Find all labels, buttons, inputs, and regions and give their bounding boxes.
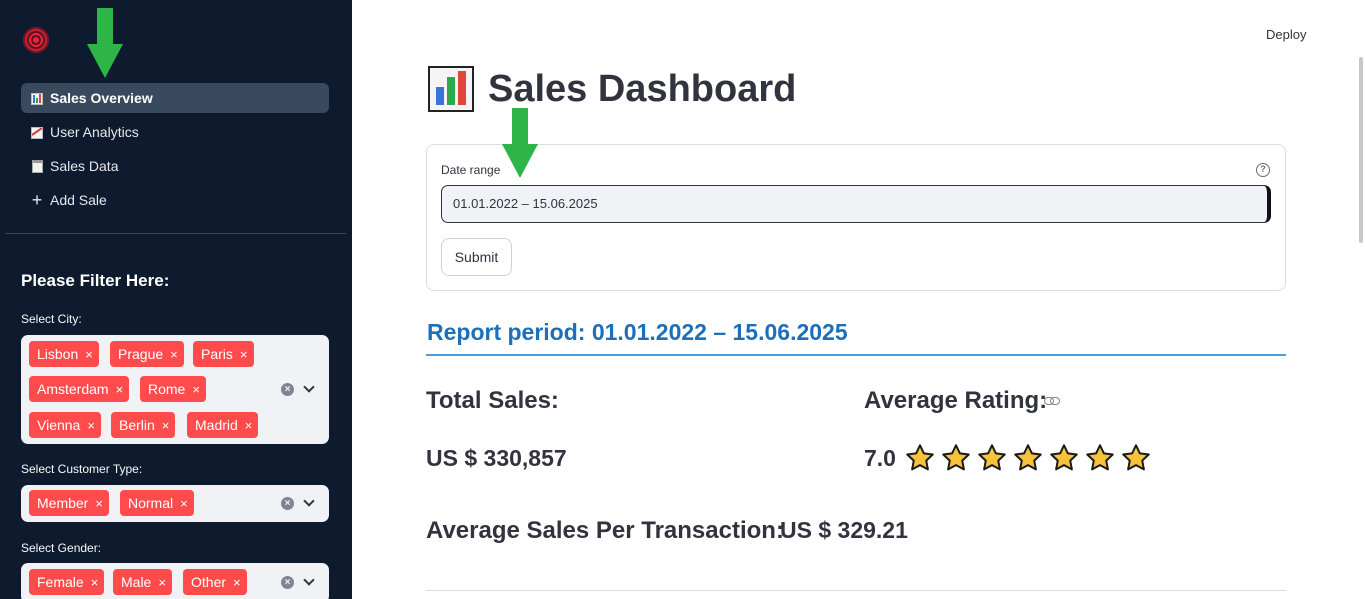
star-icon xyxy=(978,444,1006,471)
chevron-down-icon[interactable] xyxy=(303,497,315,509)
chip-remove-icon[interactable]: × xyxy=(87,418,95,433)
total-sales-value: US $ 330,857 xyxy=(426,445,567,471)
customer-type-multiselect[interactable]: Member × Normal × × xyxy=(21,485,329,522)
city-chip[interactable]: Amsterdam × xyxy=(29,376,130,402)
city-chip[interactable]: Lisbon × xyxy=(29,341,99,367)
customer-type-chip[interactable]: Normal × xyxy=(120,490,194,516)
star-icon xyxy=(1050,444,1078,471)
city-chip[interactable]: Rome × xyxy=(140,376,206,402)
help-icon[interactable]: ? xyxy=(1256,163,1270,177)
chip-remove-icon[interactable]: × xyxy=(170,347,178,362)
star-icon xyxy=(1122,444,1150,471)
sidebar: Sales Overview User Analytics Sales Data… xyxy=(0,0,352,599)
chip-remove-icon[interactable]: × xyxy=(180,496,188,511)
gender-chip[interactable]: Male × xyxy=(113,569,172,595)
sidebar-item-label: Sales Overview xyxy=(50,90,153,106)
submit-button[interactable]: Submit xyxy=(441,238,512,276)
scrollbar[interactable] xyxy=(1359,57,1363,243)
star-icon xyxy=(906,444,934,471)
report-period-heading: Report period: 01.01.2022 – 15.06.2025 xyxy=(427,319,848,345)
date-range-input[interactable]: 01.01.2022 – 15.06.2025 xyxy=(441,185,1271,223)
clear-all-icon[interactable]: × xyxy=(281,383,294,396)
line-chart-icon xyxy=(30,125,44,139)
deploy-button[interactable]: Deploy xyxy=(1266,27,1306,42)
clear-all-icon[interactable]: × xyxy=(281,497,294,510)
average-rating-value: 7.0 xyxy=(864,445,896,471)
gender-chip[interactable]: Female × xyxy=(29,569,105,595)
chip-remove-icon[interactable]: × xyxy=(233,575,241,590)
link-icon[interactable] xyxy=(1044,397,1060,405)
total-sales-label: Total Sales: xyxy=(426,387,559,414)
chip-remove-icon[interactable]: × xyxy=(85,347,93,362)
chevron-down-icon[interactable] xyxy=(303,383,315,395)
chip-remove-icon[interactable]: × xyxy=(158,575,166,590)
sidebar-item-label: User Analytics xyxy=(50,124,139,140)
star-icon xyxy=(1086,444,1114,471)
chip-remove-icon[interactable]: × xyxy=(192,382,200,397)
customer-type-select-label: Select Customer Type: xyxy=(21,462,143,476)
sidebar-item-add-sale[interactable]: + Add Sale xyxy=(21,185,329,215)
date-range-form: Date range ? 01.01.2022 – 15.06.2025 Sub… xyxy=(426,144,1286,291)
sidebar-item-label: Add Sale xyxy=(50,192,107,208)
chip-remove-icon[interactable]: × xyxy=(91,575,99,590)
sidebar-item-user-analytics[interactable]: User Analytics xyxy=(21,117,329,147)
bar-chart-icon xyxy=(30,91,44,105)
sidebar-item-sales-overview[interactable]: Sales Overview xyxy=(21,83,329,113)
city-chip[interactable]: Vienna × xyxy=(29,412,101,438)
annotation-arrow-icon xyxy=(87,8,123,80)
city-multiselect[interactable]: Lisbon × Prague × Paris × Amsterdam × Rome × … xyxy=(21,335,329,444)
plus-icon: + xyxy=(31,190,43,210)
app-logo xyxy=(23,27,49,53)
gender-select-label: Select Gender: xyxy=(21,541,102,555)
city-chip[interactable]: Berlin × xyxy=(111,412,176,438)
gender-multiselect[interactable]: Female × Male × Other × × xyxy=(21,563,329,599)
city-chip[interactable]: Madrid × xyxy=(187,412,259,438)
clipboard-icon xyxy=(30,159,44,173)
page-title-text: Sales Dashboard xyxy=(488,67,797,110)
rating-stars xyxy=(904,443,1152,473)
city-select-label: Select City: xyxy=(21,312,82,326)
city-chip[interactable]: Prague × xyxy=(110,341,184,367)
chip-remove-icon[interactable]: × xyxy=(116,382,124,397)
sidebar-item-label: Sales Data xyxy=(50,158,119,174)
chip-remove-icon[interactable]: × xyxy=(240,347,248,362)
gender-chip[interactable]: Other × xyxy=(183,569,247,595)
date-range-label: Date range xyxy=(441,163,501,177)
customer-type-chip[interactable]: Member × xyxy=(29,490,109,516)
sidebar-item-sales-data[interactable]: Sales Data xyxy=(21,151,329,181)
chevron-down-icon[interactable] xyxy=(303,576,315,588)
chip-remove-icon[interactable]: × xyxy=(245,418,253,433)
sidebar-nav: Sales Overview User Analytics Sales Data… xyxy=(21,83,329,219)
city-chip[interactable]: Paris × xyxy=(193,341,254,367)
page-title: Sales Dashboard xyxy=(428,66,796,112)
avg-per-transaction-value: US $ 329.21 xyxy=(780,517,908,543)
chip-remove-icon[interactable]: × xyxy=(95,496,103,511)
clear-all-icon[interactable]: × xyxy=(281,576,294,589)
avg-per-transaction-label: Average Sales Per Transaction: xyxy=(426,517,784,544)
star-icon xyxy=(1014,444,1042,471)
chip-remove-icon[interactable]: × xyxy=(162,418,170,433)
bar-chart-icon xyxy=(428,66,474,112)
sidebar-divider xyxy=(5,233,346,234)
section-divider xyxy=(426,590,1286,591)
app-root: Sales Overview User Analytics Sales Data… xyxy=(0,0,1365,599)
star-icon xyxy=(942,444,970,471)
report-divider xyxy=(426,354,1286,356)
filter-title: Please Filter Here: xyxy=(21,271,170,290)
average-rating-label: Average Rating: xyxy=(864,387,1048,414)
annotation-arrow-icon xyxy=(502,108,538,180)
